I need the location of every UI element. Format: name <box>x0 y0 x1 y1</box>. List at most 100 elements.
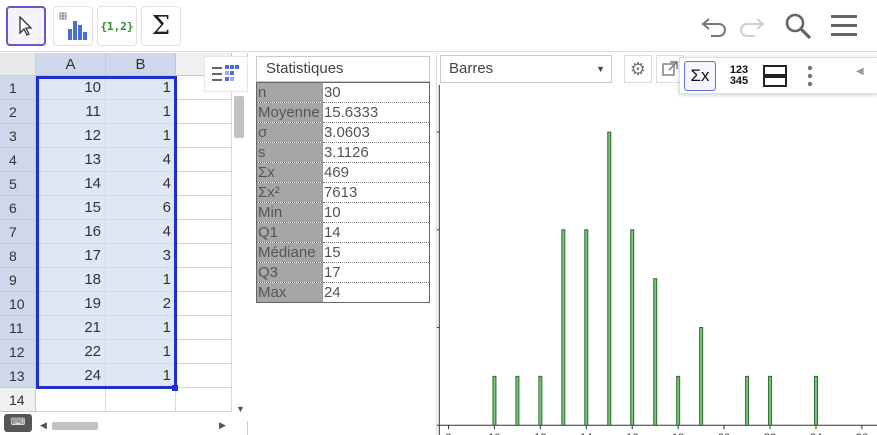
cell-a[interactable]: 19 <box>36 292 106 316</box>
cell-c[interactable] <box>176 148 232 172</box>
toggle-style-bar-button[interactable] <box>204 56 248 92</box>
chart-options-button[interactable]: ⚙ <box>624 55 652 83</box>
cell-b[interactable]: 2 <box>106 292 176 316</box>
row-header[interactable]: 6 <box>0 196 36 220</box>
spreadsheet-row: 12 22 1 <box>0 340 232 364</box>
cell-c[interactable] <box>176 196 232 220</box>
spreadsheet-row: 7 16 4 <box>0 220 232 244</box>
fill-handle[interactable] <box>172 385 178 391</box>
main-menu-button[interactable] <box>828 10 860 42</box>
list-icon: {1,2} <box>100 19 134 33</box>
more-options-icon[interactable] <box>806 64 814 90</box>
cell-a[interactable] <box>36 388 106 412</box>
cell-b[interactable]: 4 <box>106 172 176 196</box>
spreadsheet-row: 11 21 1 <box>0 316 232 340</box>
row-header[interactable]: 14 <box>0 388 36 412</box>
cell-b[interactable]: 3 <box>106 244 176 268</box>
vertical-scroll-thumb[interactable] <box>234 96 244 138</box>
cell-b[interactable] <box>106 388 176 412</box>
column-header-b[interactable]: B <box>106 53 176 76</box>
column-header-a[interactable]: A <box>36 53 106 76</box>
row-header[interactable]: 9 <box>0 268 36 292</box>
cell-c[interactable] <box>176 268 232 292</box>
cell-b[interactable]: 4 <box>106 148 176 172</box>
cell-c[interactable] <box>176 364 232 388</box>
horizontal-scroll-thumb[interactable] <box>52 422 98 430</box>
scroll-left-icon[interactable]: ◀ <box>40 420 47 431</box>
cell-b[interactable]: 1 <box>106 364 176 388</box>
row-header[interactable]: 3 <box>0 124 36 148</box>
row-header[interactable]: 11 <box>0 316 36 340</box>
row-header[interactable]: 2 <box>0 100 36 124</box>
cell-b[interactable]: 1 <box>106 268 176 292</box>
cell-b[interactable]: 1 <box>106 100 176 124</box>
spreadsheet-corner[interactable] <box>0 53 36 76</box>
cell-c[interactable] <box>176 292 232 316</box>
statistics-row: Σx 469 <box>256 162 430 183</box>
one-variable-analysis-button[interactable] <box>53 6 93 46</box>
bar <box>630 229 635 426</box>
chart-type-select[interactable]: Barres ▼ <box>440 55 612 83</box>
spreadsheet-rows: 1 10 1 2 11 1 3 12 1 4 13 4 5 14 4 6 15 6 7 16 4 8 17 3 9 18 1 10 19… <box>0 76 232 412</box>
move-tool-button[interactable] <box>6 6 46 46</box>
spreadsheet-row: 10 19 2 <box>0 292 232 316</box>
cell-c[interactable] <box>176 124 232 148</box>
cell-a[interactable]: 16 <box>36 220 106 244</box>
row-header[interactable]: 4 <box>0 148 36 172</box>
row-header[interactable]: 8 <box>0 244 36 268</box>
row-header[interactable]: 7 <box>0 220 36 244</box>
cell-a[interactable]: 11 <box>36 100 106 124</box>
cell-c[interactable] <box>176 100 232 124</box>
bar <box>768 375 773 426</box>
cell-b[interactable]: 1 <box>106 316 176 340</box>
statistics-row: σ 3.0603 <box>256 122 430 143</box>
show-statistics-toggle[interactable]: Σx <box>684 61 716 91</box>
statistic-label: Σx² <box>256 182 323 203</box>
cell-c[interactable] <box>176 172 232 196</box>
gear-icon: ⚙ <box>629 58 647 79</box>
cell-b[interactable]: 6 <box>106 196 176 220</box>
cell-c[interactable] <box>176 340 232 364</box>
show-data-toggle[interactable]: 123 345 <box>724 61 754 91</box>
cell-a[interactable]: 17 <box>36 244 106 268</box>
cell-a[interactable]: 12 <box>36 124 106 148</box>
create-list-button[interactable]: {1,2} <box>97 6 137 46</box>
keyboard-icon[interactable]: ⌨ <box>4 414 32 432</box>
vertical-scrollbar[interactable]: ▼ <box>232 76 248 421</box>
scroll-down-icon[interactable]: ▼ <box>236 404 245 414</box>
cell-a[interactable]: 18 <box>36 268 106 292</box>
sum-button[interactable]: Σ <box>141 6 181 46</box>
row-header[interactable]: 5 <box>0 172 36 196</box>
row-header[interactable]: 12 <box>0 340 36 364</box>
cell-a[interactable]: 24 <box>36 364 106 388</box>
horizontal-scrollbar[interactable]: ◀ ▶ <box>36 418 232 434</box>
search-button[interactable] <box>782 10 814 42</box>
cell-c[interactable] <box>176 316 232 340</box>
cell-b[interactable]: 1 <box>106 124 176 148</box>
row-header[interactable]: 10 <box>0 292 36 316</box>
cell-b[interactable]: 1 <box>106 76 176 100</box>
spreadsheet-row: 6 15 6 <box>0 196 232 220</box>
cell-b[interactable]: 1 <box>106 340 176 364</box>
collapse-arrow-icon[interactable]: ◀ <box>856 66 864 77</box>
cell-c[interactable] <box>176 244 232 268</box>
statistics-row: Max 24 <box>256 282 430 303</box>
cell-c[interactable] <box>176 388 232 412</box>
redo-button[interactable] <box>736 10 768 42</box>
cell-c[interactable] <box>176 220 232 244</box>
cell-a[interactable]: 13 <box>36 148 106 172</box>
undo-button[interactable] <box>698 10 730 42</box>
layout-icon[interactable] <box>762 63 788 89</box>
cell-a[interactable]: 21 <box>36 316 106 340</box>
row-header[interactable]: 13 <box>0 364 36 388</box>
cell-a[interactable]: 22 <box>36 340 106 364</box>
row-header[interactable]: 1 <box>0 76 36 100</box>
scroll-right-icon[interactable]: ▶ <box>219 420 226 431</box>
cell-b[interactable]: 4 <box>106 220 176 244</box>
cell-a[interactable]: 14 <box>36 172 106 196</box>
statistic-value: 15.6333 <box>321 102 430 123</box>
cell-a[interactable]: 10 <box>36 76 106 100</box>
statistics-title: Statistiques <box>256 56 430 82</box>
export-icon <box>662 61 678 76</box>
cell-a[interactable]: 15 <box>36 196 106 220</box>
